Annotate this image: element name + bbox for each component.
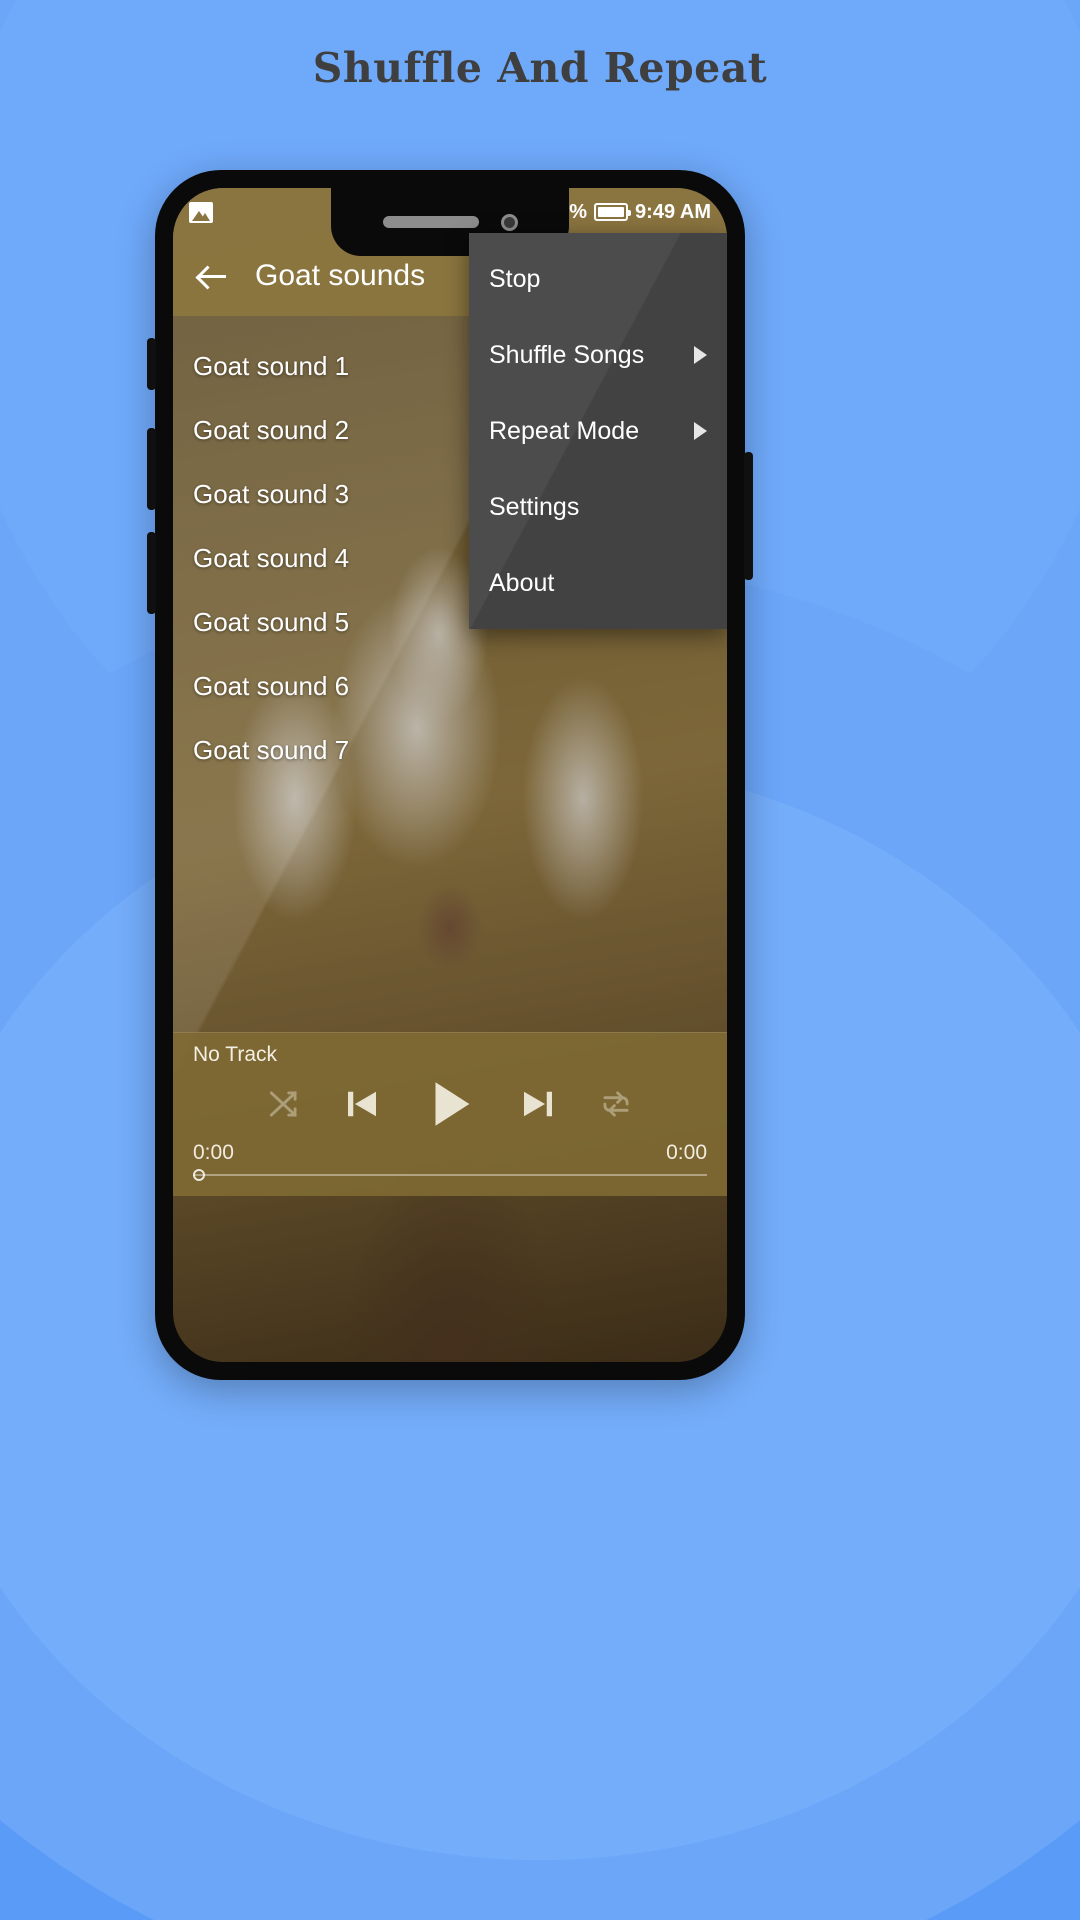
menu-item-label: Settings <box>489 492 580 521</box>
menu-item-about[interactable]: About <box>469 545 727 621</box>
image-icon <box>189 201 213 223</box>
phone-power-button[interactable] <box>744 452 753 580</box>
phone-frame: 9% 9:49 AM Goat sounds Goat sound 1 Goat… <box>147 170 753 1380</box>
next-icon[interactable] <box>517 1083 559 1130</box>
player-bar: No Track 0:00 0:00 <box>173 1032 727 1196</box>
status-bar-right: 9% 9:49 AM <box>558 201 711 224</box>
menu-item-repeat-mode[interactable]: Repeat Mode <box>469 393 727 469</box>
phone-volume-up-button[interactable] <box>147 428 156 510</box>
repeat-icon[interactable] <box>597 1085 635 1128</box>
list-item[interactable]: Goat sound 7 <box>173 718 727 782</box>
menu-item-label: Stop <box>489 264 541 293</box>
total-time-label: 0:00 <box>666 1141 707 1164</box>
phone-volume-down-button[interactable] <box>147 532 156 614</box>
player-times: 0:00 0:00 <box>193 1141 707 1165</box>
previous-icon[interactable] <box>341 1083 383 1130</box>
overflow-menu[interactable]: Stop Shuffle Songs Repeat Mode Settings … <box>469 233 727 629</box>
page-title: Shuffle And Repeat <box>312 44 768 92</box>
app-bar-title: Goat sounds <box>255 259 426 292</box>
front-camera-icon <box>500 213 518 231</box>
list-item[interactable]: Goat sound 6 <box>173 654 727 718</box>
seek-thumb[interactable] <box>193 1169 205 1181</box>
menu-item-label: Repeat Mode <box>489 416 640 445</box>
status-bar-time: 9:49 AM <box>635 200 711 223</box>
back-arrow-icon[interactable] <box>193 256 233 296</box>
speaker-grille-icon <box>382 216 479 228</box>
status-bar-left <box>189 201 213 223</box>
menu-item-stop[interactable]: Stop <box>469 241 727 317</box>
menu-item-settings[interactable]: Settings <box>469 469 727 545</box>
shuffle-icon[interactable] <box>265 1085 303 1128</box>
menu-item-shuffle-songs[interactable]: Shuffle Songs <box>469 317 727 393</box>
menu-item-label: Shuffle Songs <box>489 340 645 369</box>
play-icon[interactable] <box>421 1075 479 1138</box>
phone-mute-button[interactable] <box>147 338 156 390</box>
seek-track <box>193 1174 707 1176</box>
menu-item-label: About <box>489 568 555 597</box>
chevron-right-icon <box>694 346 707 364</box>
elapsed-time-label: 0:00 <box>193 1141 234 1164</box>
seek-bar[interactable] <box>193 1168 707 1182</box>
player-controls <box>173 1075 727 1138</box>
phone-screen: 9% 9:49 AM Goat sounds Goat sound 1 Goat… <box>173 188 727 1362</box>
player-track-title: No Track <box>193 1043 278 1066</box>
page-root: Shuffle And Repeat 9% 9:49 AM Goat sound… <box>0 0 1080 1920</box>
battery-icon <box>594 203 632 221</box>
chevron-right-icon <box>694 422 707 440</box>
